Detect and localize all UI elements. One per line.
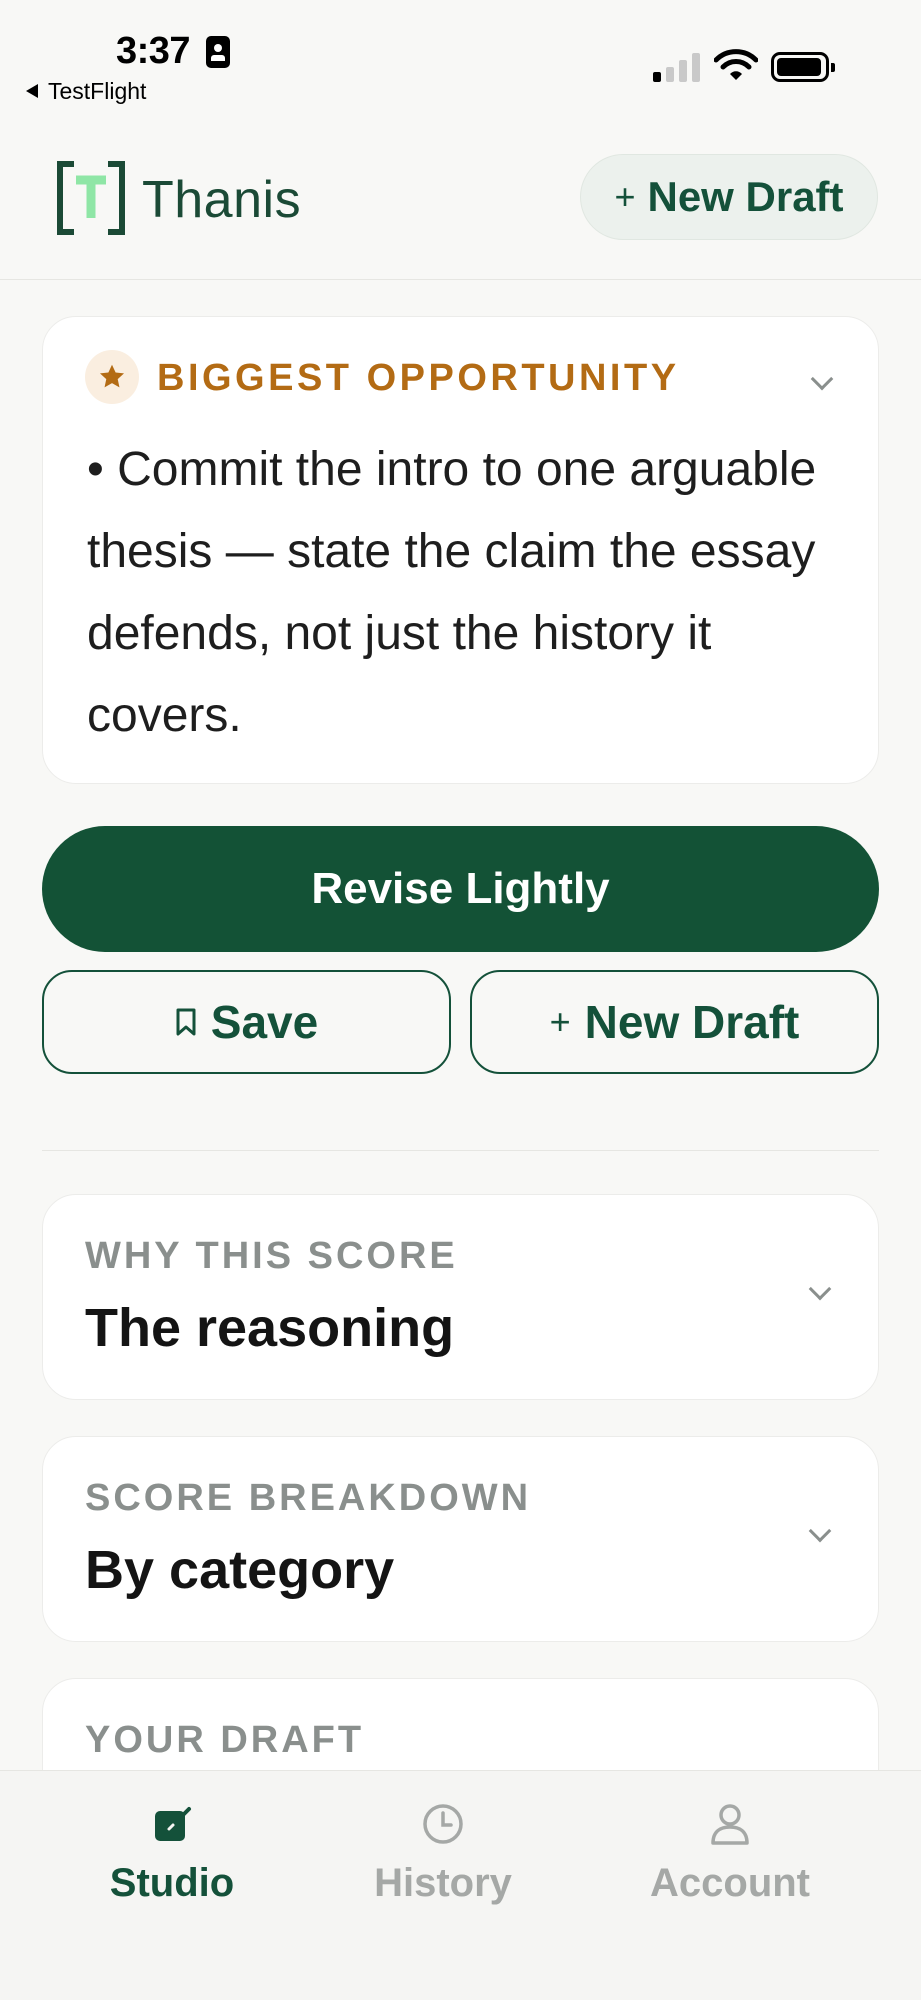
contact-card-icon bbox=[206, 36, 230, 68]
tab-label: History bbox=[323, 1861, 563, 1906]
clock-icon bbox=[420, 1801, 466, 1847]
status-time: 3:37 bbox=[116, 30, 190, 73]
chevron-down-icon[interactable] bbox=[809, 1520, 832, 1543]
save-button[interactable]: Save bbox=[42, 970, 451, 1074]
biggest-opportunity-card[interactable]: BIGGEST OPPORTUNITY • Commit the intro t… bbox=[42, 316, 879, 784]
tab-account[interactable]: Account bbox=[610, 1801, 850, 1906]
tab-label: Studio bbox=[52, 1861, 292, 1906]
save-label: Save bbox=[211, 995, 318, 1049]
app-header: Thanis + New Draft bbox=[0, 140, 921, 280]
back-arrow-icon[interactable] bbox=[26, 84, 38, 98]
revise-lightly-button[interactable]: Revise Lightly bbox=[42, 826, 879, 952]
section-label: YOUR DRAFT bbox=[85, 1719, 364, 1762]
bookmark-icon bbox=[175, 1007, 197, 1037]
star-icon bbox=[85, 350, 139, 404]
tab-bar: Studio History Account bbox=[0, 1770, 921, 2000]
tab-studio[interactable]: Studio bbox=[52, 1801, 292, 1906]
section-label: WHY THIS SCORE bbox=[85, 1235, 458, 1278]
score-breakdown-card[interactable]: SCORE BREAKDOWN By category bbox=[42, 1436, 879, 1642]
new-draft-label: New Draft bbox=[585, 995, 800, 1049]
section-divider bbox=[42, 1150, 879, 1151]
tab-history[interactable]: History bbox=[323, 1801, 563, 1906]
header-new-draft-button[interactable]: + New Draft bbox=[580, 154, 878, 240]
cellular-signal-icon bbox=[653, 52, 701, 82]
section-title: The reasoning bbox=[85, 1297, 454, 1359]
why-this-score-card[interactable]: WHY THIS SCORE The reasoning bbox=[42, 1194, 879, 1400]
section-title: By category bbox=[85, 1539, 394, 1601]
chevron-down-icon[interactable] bbox=[811, 368, 834, 391]
back-to-app-link[interactable]: TestFlight bbox=[48, 78, 146, 105]
tab-label: Account bbox=[610, 1861, 850, 1906]
opportunity-title: BIGGEST OPPORTUNITY bbox=[157, 357, 680, 400]
section-label: SCORE BREAKDOWN bbox=[85, 1477, 531, 1520]
thanis-logo bbox=[56, 160, 126, 236]
chevron-down-icon[interactable] bbox=[809, 1278, 832, 1301]
person-icon bbox=[707, 1801, 753, 1847]
plus-icon: + bbox=[614, 176, 635, 218]
battery-icon bbox=[771, 52, 829, 82]
header-new-draft-label: New Draft bbox=[647, 173, 843, 221]
opportunity-body: • Commit the intro to one arguable thesi… bbox=[87, 429, 847, 757]
edit-icon bbox=[149, 1801, 195, 1847]
wifi-icon bbox=[714, 48, 758, 82]
plus-icon: + bbox=[550, 1001, 571, 1043]
brand-name: Thanis bbox=[142, 170, 301, 230]
new-draft-button[interactable]: + New Draft bbox=[470, 970, 879, 1074]
status-bar: 3:37 TestFlight bbox=[0, 0, 921, 120]
